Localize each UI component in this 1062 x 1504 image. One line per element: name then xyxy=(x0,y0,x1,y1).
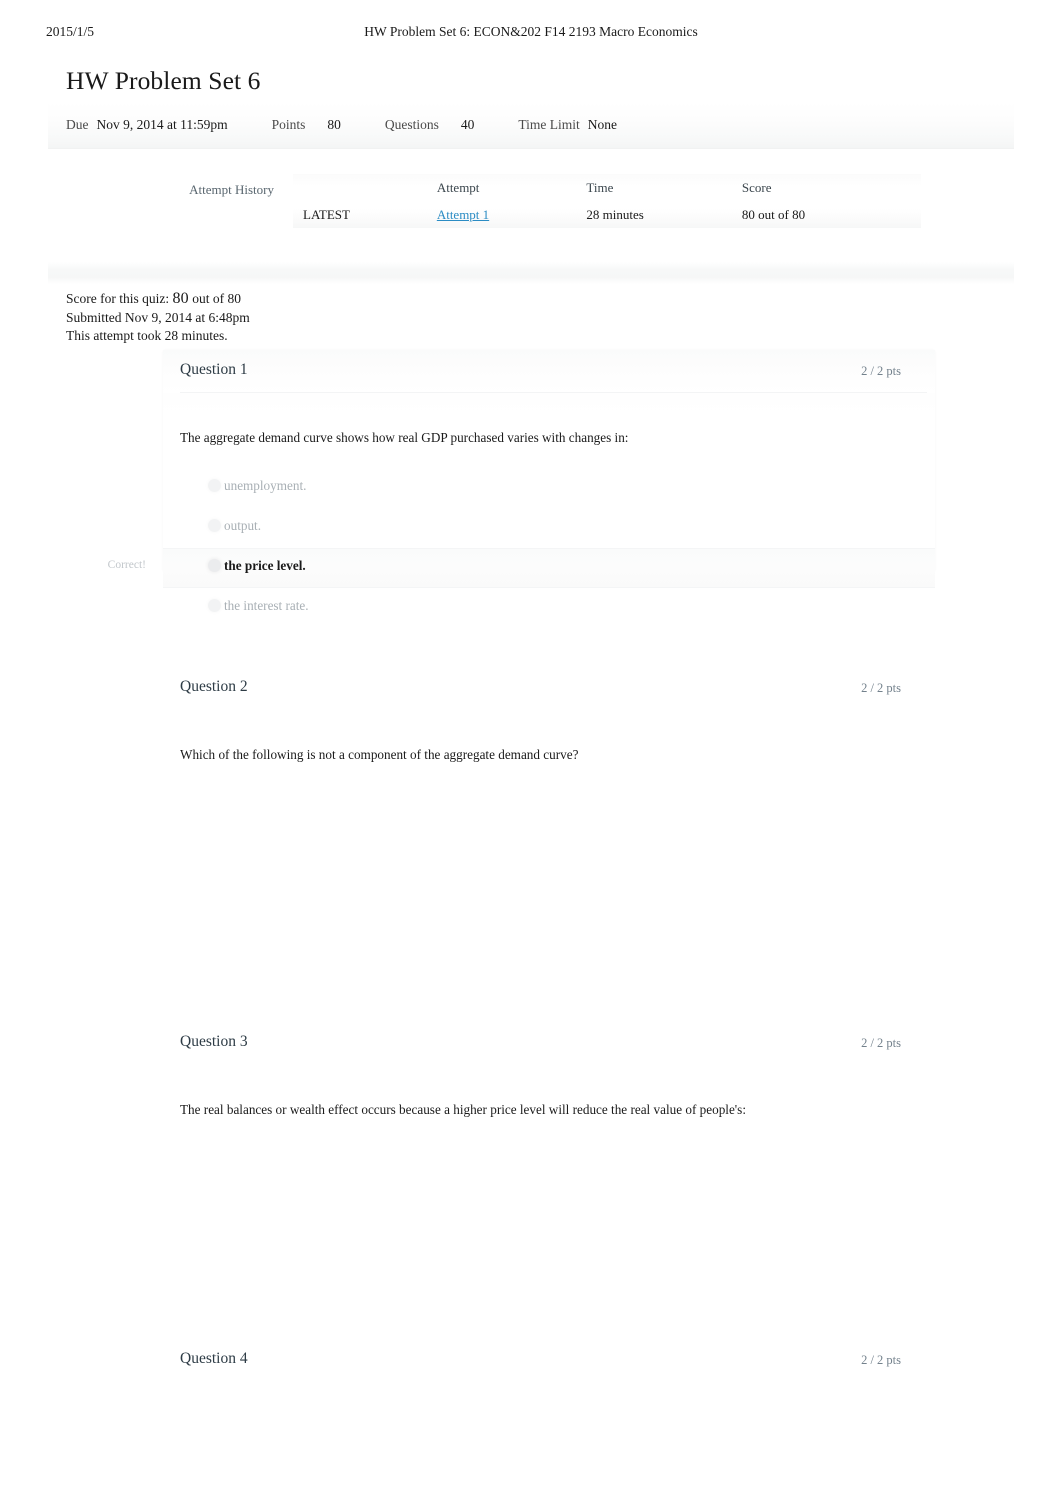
points-label: Points xyxy=(271,117,306,132)
attempt-history-table: Attempt Time Score LATEST Attempt 1 28 m… xyxy=(293,174,921,228)
questions-value: 40 xyxy=(460,117,475,132)
score-summary: Score for this quiz: 80 out of 80 Submit… xyxy=(66,290,250,346)
answer-list-1: unemployment. output. Correct! the price… xyxy=(108,468,935,628)
score-label: Score for this quiz: xyxy=(66,291,170,306)
print-document-title: HW Problem Set 6: ECON&202 F14 2193 Macr… xyxy=(364,24,698,39)
attempt-score-value: 80 out of 80 xyxy=(741,206,806,222)
latest-badge: LATEST xyxy=(303,206,350,222)
question-title-1: Question 1 xyxy=(180,361,248,378)
column-header-time: Time xyxy=(586,179,614,195)
question-points-3: 2 / 2 pts xyxy=(861,1036,901,1050)
question-text-1: The aggregate demand curve shows how rea… xyxy=(180,430,629,445)
question-block-3: Question 3 2 / 2 pts The real balances o… xyxy=(163,1022,935,1142)
question-points-2: 2 / 2 pts xyxy=(861,681,901,695)
answer-label: the interest rate. xyxy=(224,598,309,613)
question-text-3: The real balances or wealth effect occur… xyxy=(180,1102,746,1117)
attempt-1-link[interactable]: Attempt 1 xyxy=(437,207,489,222)
radio-icon-selected[interactable] xyxy=(208,559,221,572)
print-header: 2015/1/5 HW Problem Set 6: ECON&202 F14 … xyxy=(0,24,1062,42)
due-value: Nov 9, 2014 at 11:59pm xyxy=(96,117,228,132)
quiz-meta-line: Due Nov 9, 2014 at 11:59pm Points 80 Questio… xyxy=(66,117,617,133)
answer-label: the price level. xyxy=(224,558,306,573)
table-row: LATEST Attempt 1 28 minutes 80 out of 80 xyxy=(293,201,921,228)
question-header-4: Question 4 2 / 2 pts xyxy=(163,1339,935,1382)
question-block-1: Question 1 2 / 2 pts The aggregate deman… xyxy=(108,350,935,613)
score-out-of: out of 80 xyxy=(192,291,242,306)
answer-label: unemployment. xyxy=(224,478,307,493)
attempt-duration-line: This attempt took 28 minutes. xyxy=(66,328,228,344)
answer-option[interactable]: unemployment. xyxy=(163,468,935,508)
quiz-meta-bar: Due Nov 9, 2014 at 11:59pm Points 80 Questio… xyxy=(48,102,1014,149)
attempt-history-label: Attempt History xyxy=(189,182,274,197)
question-header-2: Question 2 2 / 2 pts xyxy=(163,667,935,710)
table-header-row: Attempt Time Score xyxy=(293,174,921,201)
answer-option-selected[interactable]: Correct! the price level. xyxy=(108,548,935,588)
time-limit-label: Time Limit xyxy=(518,117,580,132)
answer-label: output. xyxy=(224,518,261,533)
question-title-3: Question 3 xyxy=(180,1033,248,1050)
question-header-3: Question 3 2 / 2 pts xyxy=(163,1022,935,1065)
answer-option[interactable]: output. xyxy=(163,508,935,548)
answer-status-correct: Correct! xyxy=(107,559,146,571)
question-text-4 xyxy=(163,1382,935,1418)
attempt-time-value: 28 minutes xyxy=(586,206,644,222)
points-value: 80 xyxy=(327,117,341,132)
due-label: Due xyxy=(66,117,89,132)
question-text-2: Which of the following is not a componen… xyxy=(180,747,579,762)
column-header-blank xyxy=(293,174,437,201)
radio-icon[interactable] xyxy=(208,519,221,532)
question-header-1: Question 1 2 / 2 pts xyxy=(163,350,935,393)
question-points-4: 2 / 2 pts xyxy=(861,1353,901,1367)
score-line: Score for this quiz: 80 out of 80 xyxy=(66,290,250,309)
question-title-2: Question 2 xyxy=(180,678,248,695)
questions-label: Questions xyxy=(384,117,439,132)
column-header-score: Score xyxy=(741,179,772,195)
question-points-1: 2 / 2 pts xyxy=(861,364,901,378)
attempt-history-section: Attempt History Attempt Time Score LATES… xyxy=(48,168,1014,250)
column-header-attempt: Attempt xyxy=(436,179,480,195)
question-block-2: Question 2 2 / 2 pts Which of the follow… xyxy=(163,667,935,787)
answer-option[interactable]: the interest rate. xyxy=(163,588,935,628)
page-title: HW Problem Set 6 xyxy=(66,66,261,95)
time-limit-value: None xyxy=(587,117,618,132)
question-block-4: Question 4 2 / 2 pts xyxy=(163,1339,935,1429)
section-divider xyxy=(48,262,1014,284)
question-title-4: Question 4 xyxy=(180,1350,248,1367)
radio-icon[interactable] xyxy=(208,479,221,492)
score-value: 80 xyxy=(172,290,189,307)
submitted-line: Submitted Nov 9, 2014 at 6:48pm xyxy=(66,309,250,325)
radio-icon[interactable] xyxy=(208,599,221,612)
